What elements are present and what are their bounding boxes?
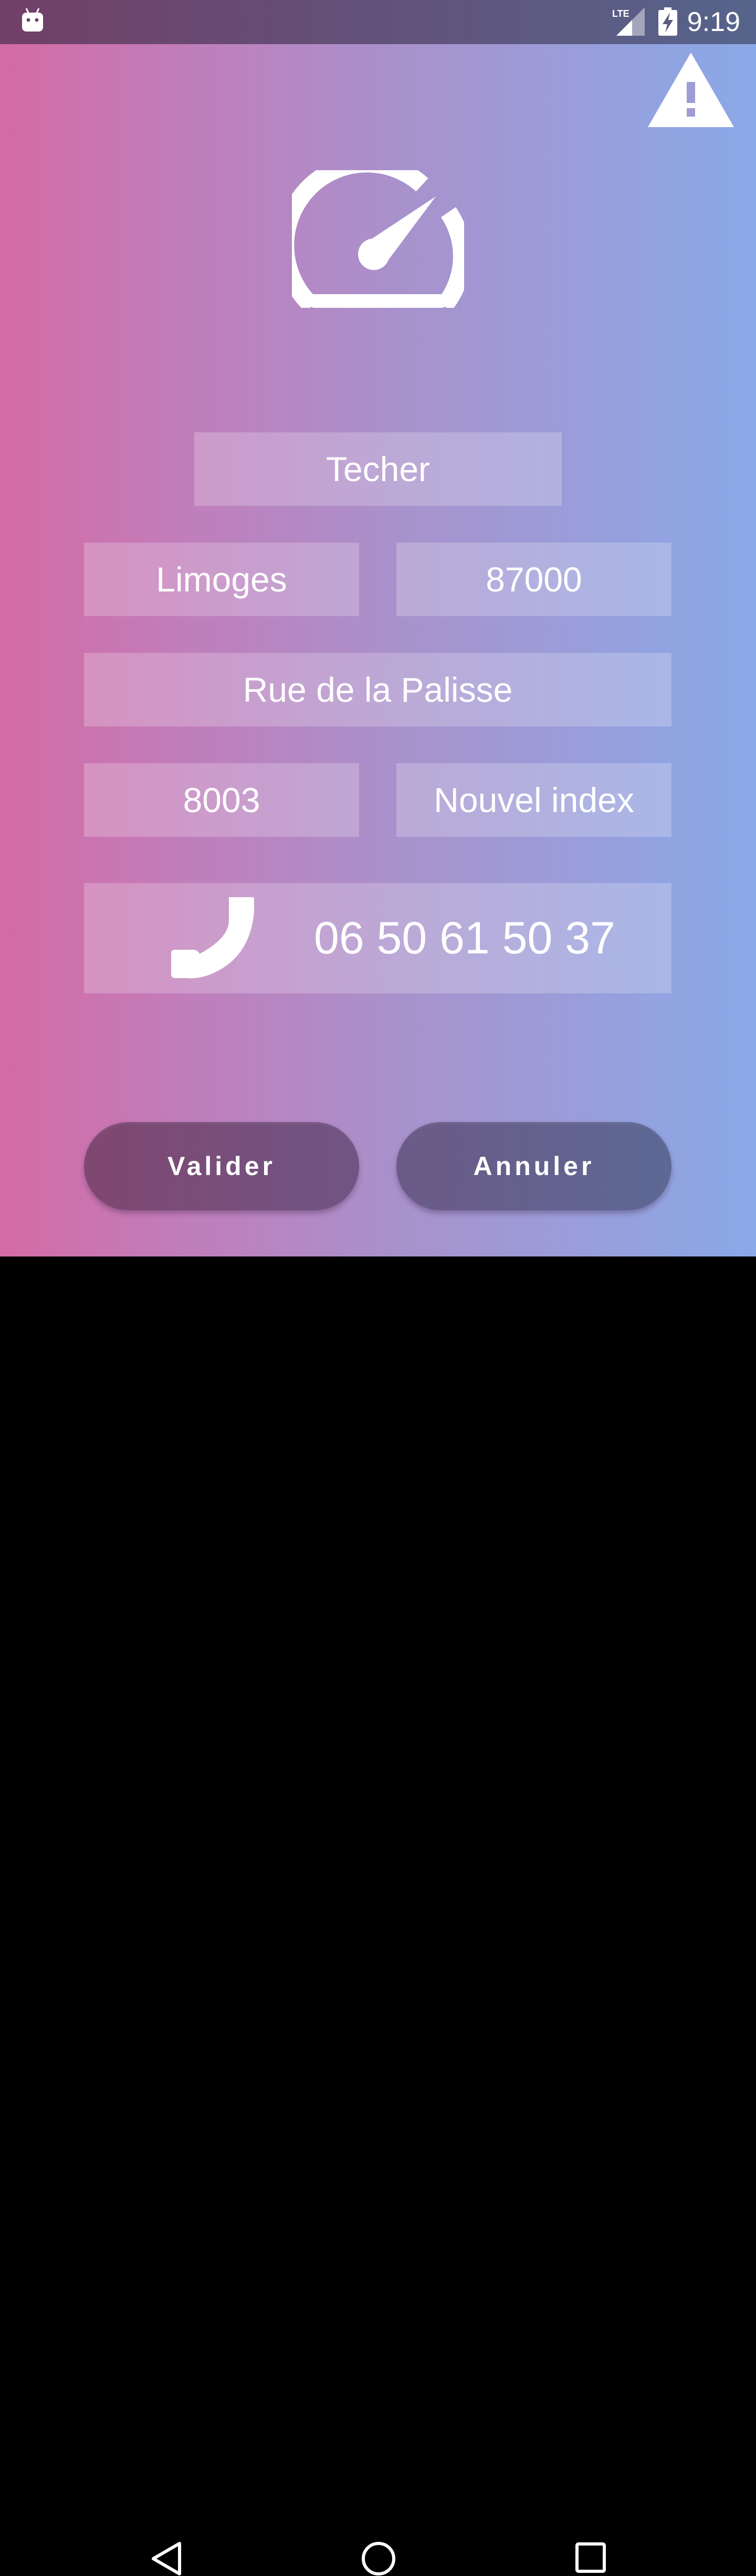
back-icon[interactable] — [150, 2541, 182, 2576]
cancel-button[interactable]: Annuler — [396, 1122, 671, 1210]
lte-signal-icon: LTE — [612, 7, 645, 36]
speedometer-icon — [292, 170, 464, 308]
city-field[interactable]: Limoges — [84, 543, 359, 616]
app-screen: LTE 9:19 Techer Limoges 87000 Rue de la … — [0, 0, 756, 1256]
android-icon — [22, 8, 43, 32]
new-index-input[interactable]: Nouvel index — [396, 763, 671, 837]
postal-code-field[interactable]: 87000 — [396, 543, 671, 616]
street-field[interactable]: Rue de la Palisse — [84, 653, 671, 726]
lte-label: LTE — [612, 8, 629, 19]
phone-icon[interactable] — [171, 896, 254, 979]
warning-icon[interactable] — [648, 53, 734, 128]
home-icon[interactable] — [361, 2541, 396, 2576]
name-field[interactable]: Techer — [194, 432, 562, 506]
validate-button[interactable]: Valider — [84, 1122, 359, 1210]
recents-icon[interactable] — [575, 2542, 606, 2573]
status-bar: LTE 9:19 — [0, 0, 756, 44]
old-index-field[interactable]: 8003 — [84, 763, 359, 837]
phone-number[interactable]: 06 50 61 50 37 — [314, 883, 615, 993]
battery-charging-icon — [658, 7, 677, 36]
status-time: 9:19 — [687, 7, 740, 37]
navigation-bar — [0, 1256, 756, 2575]
